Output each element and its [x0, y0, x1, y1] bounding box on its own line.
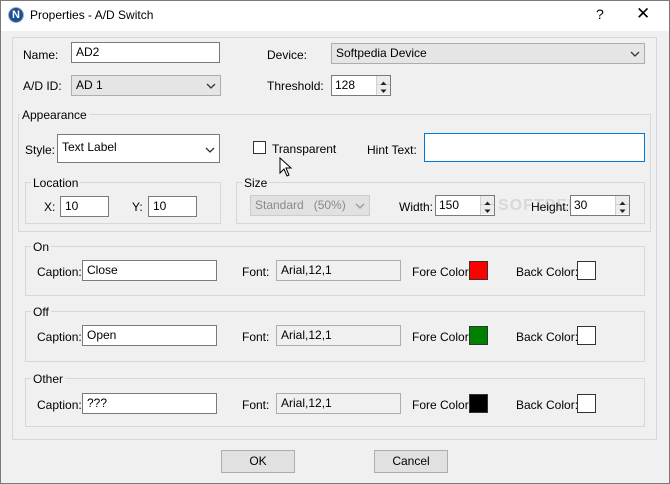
chevron-down-icon [205, 144, 215, 159]
mouse-cursor-icon [279, 157, 293, 177]
triangle-down-icon [380, 89, 387, 93]
adid-dropdown[interactable]: AD 1 [71, 75, 221, 96]
off-back-color-swatch[interactable] [577, 326, 596, 345]
other-font-label: Font: [242, 398, 270, 412]
on-fore-color-label: Fore Color: [412, 265, 473, 279]
off-group-title: Off [31, 305, 51, 319]
threshold-value: 128 [335, 78, 356, 92]
cancel-button[interactable]: Cancel [374, 450, 448, 473]
on-font-field[interactable]: Arial,12,1 [276, 260, 401, 281]
other-fore-color-label: Fore Color: [412, 398, 473, 412]
close-button[interactable]: ✕ [636, 4, 650, 24]
help-button[interactable]: ? [596, 6, 604, 22]
chevron-down-icon [206, 80, 216, 95]
window-title: Properties - A/D Switch [30, 8, 154, 22]
chevron-down-icon [355, 200, 365, 215]
style-dropdown[interactable]: Text Label [57, 134, 220, 163]
threshold-label: Threshold: [267, 79, 324, 93]
other-caption-input[interactable]: ??? [82, 393, 217, 414]
adid-value: AD 1 [76, 78, 103, 92]
app-icon: N [8, 7, 24, 23]
threshold-up-button[interactable] [377, 76, 390, 85]
name-label: Name: [23, 48, 59, 62]
height-label: Height: [531, 200, 570, 214]
chevron-down-icon [630, 48, 640, 63]
name-input[interactable]: AD2 [71, 42, 220, 63]
style-value: Text Label [62, 140, 117, 154]
height-value: 30 [574, 198, 588, 212]
height-spinner[interactable]: 30 [570, 195, 630, 216]
on-back-color-label: Back Color: [516, 265, 579, 279]
on-caption-label: Caption: [37, 265, 82, 279]
off-font-label: Font: [242, 330, 270, 344]
width-spinner[interactable]: 150 [435, 195, 495, 216]
width-value: 150 [439, 198, 460, 212]
other-group-title: Other [31, 372, 66, 386]
width-down-button[interactable] [481, 205, 494, 214]
on-group-title: On [31, 240, 52, 254]
transparent-label: Transparent [272, 142, 337, 156]
device-label: Device: [267, 48, 308, 62]
triangle-down-icon [484, 209, 491, 213]
size-preset-value: Standard (50%) [255, 198, 346, 212]
size-preset-dropdown[interactable]: Standard (50%) [250, 195, 370, 216]
on-font-label: Font: [242, 265, 270, 279]
y-input[interactable]: 10 [148, 196, 197, 217]
on-fore-color-swatch[interactable] [469, 261, 488, 280]
height-down-button[interactable] [616, 205, 629, 214]
threshold-down-button[interactable] [377, 85, 390, 94]
x-label: X: [44, 200, 56, 214]
other-font-field[interactable]: Arial,12,1 [276, 393, 401, 414]
triangle-down-icon [619, 209, 626, 213]
adid-label: A/D ID: [23, 79, 62, 93]
location-group-title: Location [31, 176, 81, 190]
threshold-spinner[interactable]: 128 [331, 75, 391, 96]
other-back-color-swatch[interactable] [577, 394, 596, 413]
on-back-color-swatch[interactable] [577, 261, 596, 280]
x-input[interactable]: 10 [60, 196, 109, 217]
off-font-field[interactable]: Arial,12,1 [276, 325, 401, 346]
appearance-group-title: Appearance [20, 108, 89, 122]
off-fore-color-swatch[interactable] [469, 326, 488, 345]
device-value: Softpedia Device [336, 46, 427, 60]
off-caption-label: Caption: [37, 330, 82, 344]
device-dropdown[interactable]: Softpedia Device [331, 43, 645, 64]
style-label: Style: [25, 143, 56, 157]
on-caption-input[interactable]: Close [82, 260, 217, 281]
ok-button[interactable]: OK [221, 450, 295, 473]
other-fore-color-swatch[interactable] [469, 394, 488, 413]
off-fore-color-label: Fore Color: [412, 330, 473, 344]
height-up-button[interactable] [616, 196, 629, 205]
hint-text-label: Hint Text: [367, 143, 417, 157]
hint-text-input[interactable] [424, 133, 645, 162]
off-back-color-label: Back Color: [516, 330, 579, 344]
size-group-title: Size [242, 176, 270, 190]
other-back-color-label: Back Color: [516, 398, 579, 412]
other-caption-label: Caption: [37, 398, 82, 412]
width-label: Width: [399, 200, 434, 214]
width-up-button[interactable] [481, 196, 494, 205]
off-caption-input[interactable]: Open [82, 325, 217, 346]
y-label: Y: [132, 200, 143, 214]
transparent-checkbox[interactable] [253, 141, 266, 154]
